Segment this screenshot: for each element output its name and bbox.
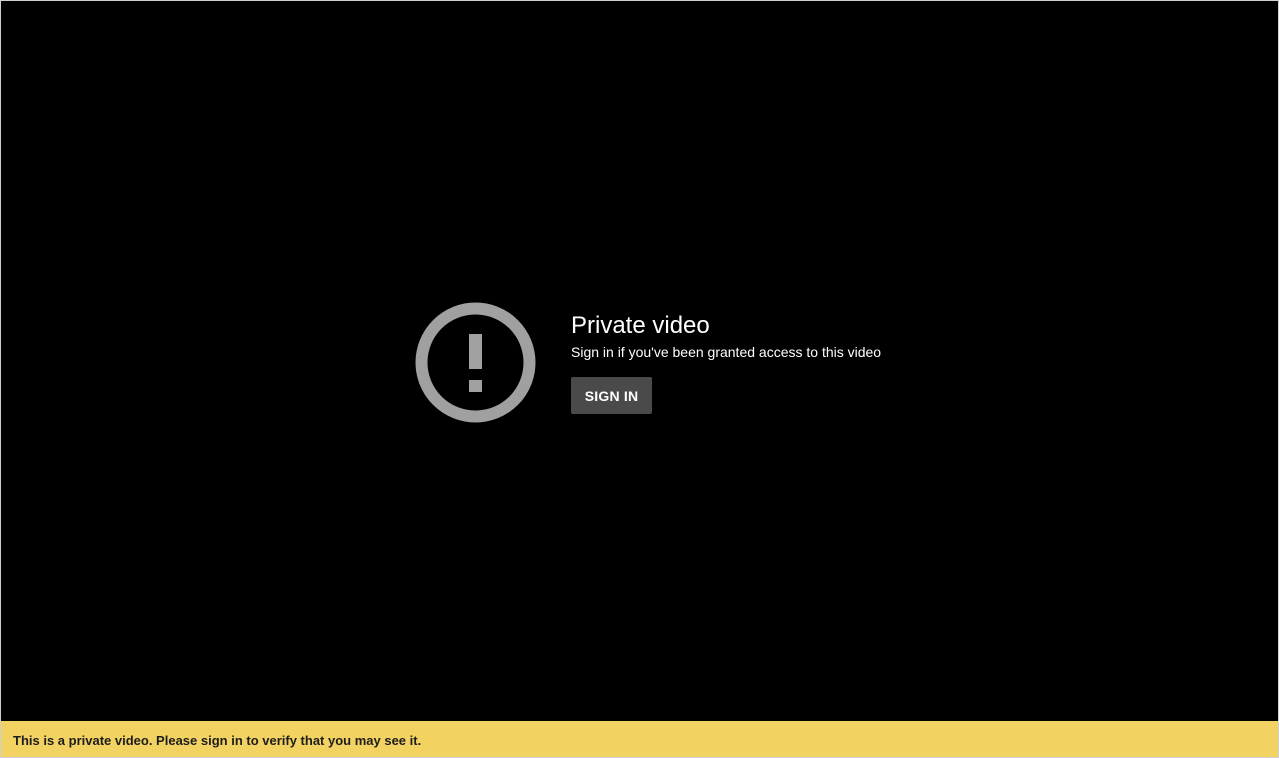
- sign-in-button[interactable]: SIGN IN: [571, 377, 652, 414]
- error-title: Private video: [571, 312, 710, 339]
- error-subtitle: Sign in if you've been granted access to…: [571, 344, 882, 360]
- private-video-notice-bar: This is a private video. Please sign in …: [1, 721, 1278, 757]
- private-video-notice-text: This is a private video. Please sign in …: [13, 733, 422, 748]
- error-message: Private video Sign in if you've been gra…: [571, 311, 991, 414]
- embed-frame: Private video Sign in if you've been gra…: [0, 0, 1279, 758]
- exclamation-circle-icon: [415, 302, 536, 423]
- video-player: Private video Sign in if you've been gra…: [1, 1, 1278, 721]
